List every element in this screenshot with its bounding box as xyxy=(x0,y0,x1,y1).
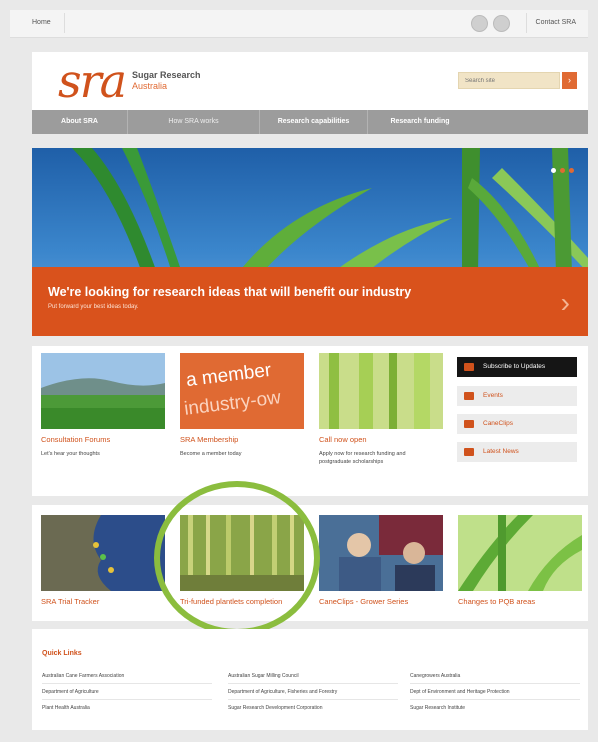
social-icon[interactable] xyxy=(493,15,510,32)
field-image xyxy=(41,353,165,429)
tile-call-open[interactable]: Call now open Apply now for research fun… xyxy=(319,353,443,483)
banner-text: industry-ow xyxy=(183,387,283,420)
quick-link[interactable]: Sugar Research Institute xyxy=(410,701,580,716)
carousel-dot[interactable] xyxy=(569,168,574,173)
map-image xyxy=(41,515,165,591)
quick-link[interactable]: Department of Agriculture, Fisheries and… xyxy=(228,685,398,700)
nav-item-funding[interactable]: Research funding xyxy=(368,110,472,134)
hero-subtitle: Put forward your best ideas today. xyxy=(48,304,139,310)
carousel-dots xyxy=(547,160,574,178)
calendar-icon xyxy=(464,392,474,400)
site-header: sra Sugar Research Australia › xyxy=(32,52,588,110)
tile-desc: Apply now for research funding and postg… xyxy=(319,451,406,465)
hero-title: We're looking for research ideas that wi… xyxy=(48,285,412,299)
video-icon xyxy=(464,420,474,428)
tile-title[interactable]: Call now open xyxy=(319,435,367,444)
tile-pqb[interactable]: Changes to PQB areas xyxy=(458,515,582,615)
tile-title[interactable]: Tri-funded plantlets completion xyxy=(180,597,282,606)
tile-title[interactable]: SRA Membership xyxy=(180,435,238,444)
quick-link[interactable]: Australian Sugar Milling Council xyxy=(228,669,398,684)
tile-title[interactable]: CaneClips - Grower Series xyxy=(319,597,408,606)
quick-links: Quick Links Australian Cane Farmers Asso… xyxy=(32,629,588,730)
projects-panel: SRA Trial Tracker Tri-funded plantlets c… xyxy=(32,505,588,621)
button-label: CaneClips xyxy=(483,420,513,427)
social-icon[interactable] xyxy=(471,15,488,32)
tile-trial-tracker[interactable]: SRA Trial Tracker xyxy=(41,515,165,615)
carousel-dot[interactable] xyxy=(560,168,565,173)
search-button[interactable]: › xyxy=(562,72,577,89)
tile-caneclips[interactable]: CaneClips - Grower Series xyxy=(319,515,443,615)
caneclips-button[interactable]: CaneClips xyxy=(457,414,577,434)
news-icon xyxy=(464,448,474,456)
carousel-dot[interactable] xyxy=(551,168,556,173)
quick-link[interactable]: Sugar Research Development Corporation xyxy=(228,701,398,716)
button-label: Events xyxy=(483,392,503,399)
events-button[interactable]: Events xyxy=(457,386,577,406)
home-link[interactable]: Home xyxy=(32,13,65,33)
cane-leaves-image xyxy=(458,515,582,591)
quick-link[interactable]: Plant Health Australia xyxy=(42,701,212,716)
latest-news-button[interactable]: Latest News xyxy=(457,442,577,462)
contact-link[interactable]: Contact SRA xyxy=(525,13,576,33)
logo-subtitle: Australia xyxy=(132,81,168,91)
button-label: Latest News xyxy=(483,448,519,455)
membership-banner: a member industry-ow xyxy=(180,353,304,429)
search-input[interactable] xyxy=(458,72,560,89)
tile-membership[interactable]: a member industry-ow SRA Membership Beco… xyxy=(180,353,304,483)
arrow-right-icon: › xyxy=(568,75,571,85)
tile-title[interactable]: Changes to PQB areas xyxy=(458,597,535,606)
quick-links-title: Quick Links xyxy=(42,650,82,657)
sugarcane-image xyxy=(72,148,588,276)
tile-title[interactable]: Consultation Forums xyxy=(41,435,110,444)
main-nav: About SRA How SRA works Research capabil… xyxy=(32,110,588,134)
subscribe-button[interactable]: Subscribe to Updates xyxy=(457,357,577,377)
tile-plantlets[interactable]: Tri-funded plantlets completion xyxy=(180,515,304,615)
plantlets-image xyxy=(180,515,304,591)
hero-banner[interactable]: We're looking for research ideas that wi… xyxy=(32,267,588,336)
quick-link[interactable]: Dept of Environment and Heritage Protect… xyxy=(410,685,580,700)
logo-name: Sugar Research xyxy=(132,70,201,80)
cane-image xyxy=(319,353,443,429)
tile-desc: Become a member today xyxy=(180,451,242,457)
quick-link[interactable]: Department of Agriculture xyxy=(42,685,212,700)
growers-image xyxy=(319,515,443,591)
nav-item-about[interactable]: About SRA xyxy=(32,110,128,134)
tile-consultation[interactable]: Consultation Forums Let's hear your thou… xyxy=(41,353,165,483)
email-icon xyxy=(464,363,474,371)
next-arrow-icon[interactable]: › xyxy=(561,289,570,317)
quick-link[interactable]: Australian Cane Farmers Association xyxy=(42,669,212,684)
features-panel: Consultation Forums Let's hear your thou… xyxy=(32,346,588,496)
tile-desc: Let's hear your thoughts xyxy=(41,451,100,457)
banner-text: a member xyxy=(184,359,273,392)
top-bar: Home Contact SRA xyxy=(10,10,588,38)
tile-title[interactable]: SRA Trial Tracker xyxy=(41,597,99,606)
button-label: Subscribe to Updates xyxy=(483,363,546,370)
nav-item-how[interactable]: How SRA works xyxy=(128,110,260,134)
sra-logo[interactable]: sra xyxy=(58,56,127,106)
nav-item-capabilities[interactable]: Research capabilities xyxy=(260,110,368,134)
quick-link[interactable]: Canegrowers Australia xyxy=(410,669,580,684)
hero-carousel[interactable]: We're looking for research ideas that wi… xyxy=(32,148,588,336)
